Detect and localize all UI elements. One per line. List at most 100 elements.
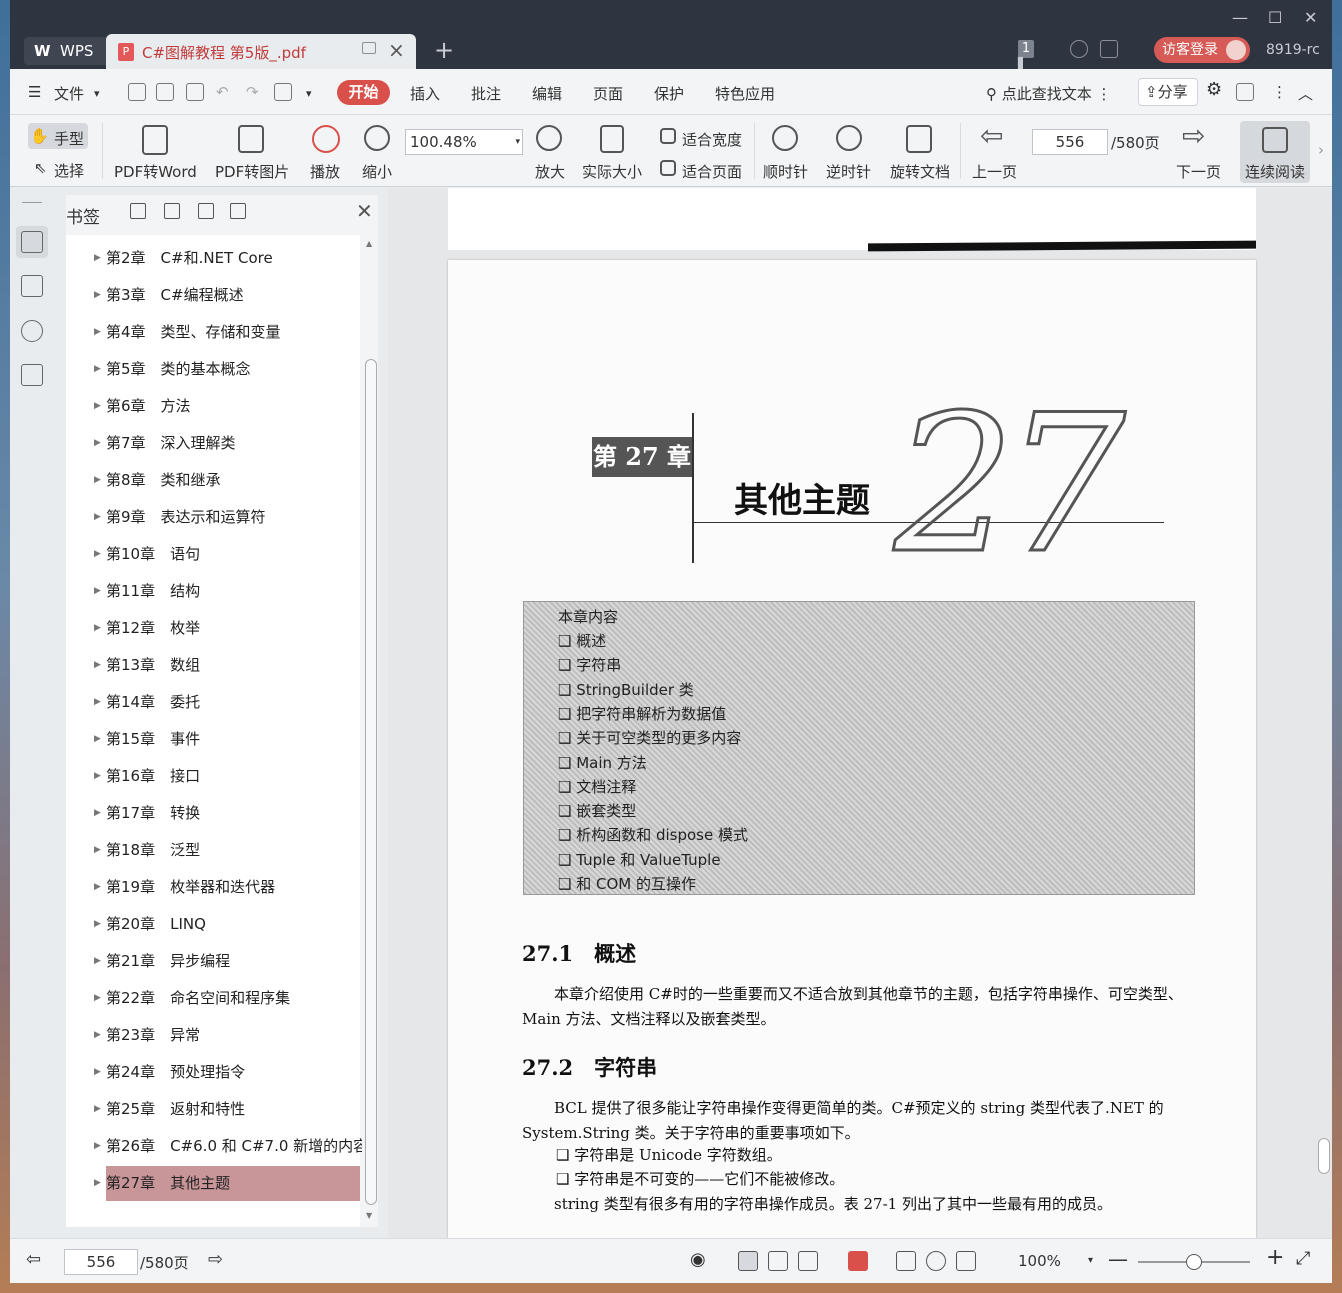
expand-arrow-icon[interactable]: ▶ — [94, 722, 101, 757]
print-icon[interactable] — [186, 83, 204, 101]
bookmark-item[interactable]: ▶ 第24章 预处理指令 — [94, 1055, 360, 1090]
bookmark-item[interactable]: ▶ 第5章 类的基本概念 — [94, 352, 360, 387]
expand-arrow-icon[interactable]: ▶ — [94, 944, 101, 979]
bookmark-item[interactable]: ▶ 第17章 转换 — [94, 796, 360, 831]
previous-page-button[interactable]: 上一页 — [972, 161, 1017, 182]
document-scrollbar[interactable] — [1316, 188, 1332, 1238]
scroll-down-icon[interactable]: ▼ — [366, 1211, 372, 1220]
close-tab-icon[interactable]: × — [388, 38, 405, 62]
expand-arrow-icon[interactable]: ▶ — [94, 1018, 101, 1053]
close-panel-icon[interactable]: ✕ — [356, 199, 373, 223]
scroll-up-icon[interactable]: ▲ — [366, 239, 372, 248]
zoom-in-button[interactable]: 放大 — [535, 161, 565, 182]
continuous-reading-button[interactable]: 连续阅读 — [1240, 121, 1310, 183]
more-chevron-icon[interactable]: ▾ — [306, 87, 312, 100]
expand-all-icon[interactable] — [130, 203, 146, 219]
bookmark-item[interactable]: ▶ 第22章 命名空间和程序集 — [94, 981, 360, 1016]
expand-arrow-icon[interactable]: ▶ — [94, 1129, 101, 1164]
two-page-view-icon[interactable] — [798, 1251, 818, 1271]
close-window-icon[interactable]: ✕ — [1304, 8, 1317, 27]
add-bookmark-icon[interactable] — [198, 203, 214, 219]
fit-page-button[interactable]: 适合页面 — [682, 161, 742, 182]
next-page-arrow-icon[interactable]: ⇨ — [208, 1249, 223, 1270]
undo-icon[interactable]: ↶ — [216, 83, 229, 101]
rotate-counterclockwise-button[interactable]: 逆时针 — [826, 161, 871, 182]
tab-special[interactable]: 特色应用 — [715, 83, 775, 104]
play-button[interactable]: 播放 — [310, 161, 340, 182]
rotate-document-button[interactable]: 旋转文档 — [890, 161, 950, 182]
bookmark-item[interactable]: ▶ 第7章 深入理解类 — [94, 426, 360, 461]
expand-arrow-icon[interactable]: ▶ — [94, 759, 101, 794]
tab-start[interactable]: 开始 — [337, 80, 390, 105]
expand-arrow-icon[interactable]: ▶ — [94, 685, 101, 720]
pdf-to-word-button[interactable]: PDF转Word — [114, 161, 197, 182]
bookmark-scrollbar[interactable]: ▲ ▼ — [362, 235, 378, 1227]
expand-arrow-icon[interactable]: ▶ — [94, 1055, 101, 1090]
expand-arrow-icon[interactable]: ▶ — [94, 463, 101, 498]
tab-page[interactable]: 页面 — [593, 83, 623, 104]
bookmark-item[interactable]: ▶ 第23章 异常 — [94, 1018, 360, 1053]
chevron-down-icon[interactable]: ▾ — [94, 87, 100, 100]
find-text-search[interactable]: ⚲ 点此查找文本 ⋮ — [986, 83, 1112, 104]
share-button[interactable]: ⇪分享 — [1138, 78, 1198, 106]
bookmark-item[interactable]: ▶ 第8章 类和继承 — [94, 463, 360, 498]
zoom-select[interactable]: 100.48% ▾ — [405, 129, 523, 155]
tab-insert[interactable]: 插入 — [410, 83, 440, 104]
document-scroll-thumb[interactable] — [1318, 1138, 1330, 1174]
expand-arrow-icon[interactable]: ▶ — [94, 870, 101, 905]
expand-arrow-icon[interactable]: ▶ — [94, 389, 101, 424]
skin-icon[interactable] — [1100, 40, 1118, 58]
minimize-icon[interactable]: — — [1232, 8, 1248, 27]
bookmark-item[interactable]: ▶ 第9章 表达示和运算符 — [94, 500, 360, 535]
bookmark-item[interactable]: ▶ 第14章 委托 — [94, 685, 360, 720]
expand-arrow-icon[interactable]: ▶ — [94, 500, 101, 535]
zoom-percentage[interactable]: 100% — [1018, 1252, 1061, 1270]
expand-arrow-icon[interactable]: ▶ — [94, 1092, 101, 1127]
bookmark-item[interactable]: ▶ 第21章 异步编程 — [94, 944, 360, 979]
pdf-to-image-button[interactable]: PDF转图片 — [215, 161, 289, 182]
guest-login-button[interactable]: 访客登录 — [1154, 37, 1250, 63]
bookmark-item[interactable]: ▶ 第25章 返射和特性 — [94, 1092, 360, 1127]
cloud-sync-icon[interactable] — [1070, 40, 1088, 58]
wps-home-tab[interactable]: W WPS — [24, 37, 112, 65]
redo-icon[interactable]: ↷ — [246, 83, 259, 101]
expand-arrow-icon[interactable]: ▶ — [94, 315, 101, 350]
fit-status-icon[interactable] — [926, 1251, 946, 1271]
maximize-icon[interactable]: ☐ — [1268, 8, 1282, 27]
collapse-ribbon-icon[interactable]: ︿ — [1298, 83, 1313, 104]
actual-size-button[interactable]: 实际大小 — [582, 161, 642, 182]
comment-icon[interactable] — [1236, 83, 1254, 101]
monitor-icon[interactable] — [362, 42, 376, 54]
expand-arrow-icon[interactable]: ▶ — [94, 981, 101, 1016]
bookmark-item[interactable]: ▶ 第4章 类型、存储和变量 — [94, 315, 360, 350]
eye-protection-icon[interactable]: ◉ — [690, 1249, 706, 1270]
bookmark-item[interactable]: ▶ 第27章 其他主题 — [94, 1166, 360, 1201]
tab-annotate[interactable]: 批注 — [471, 83, 501, 104]
expand-arrow-icon[interactable]: ▶ — [94, 426, 101, 461]
document-tab[interactable]: P C#图解教程 第5版_.pdf × — [106, 34, 416, 69]
expand-arrow-icon[interactable]: ▶ — [94, 611, 101, 646]
bookmark-item[interactable]: ▶ 第15章 事件 — [94, 722, 360, 757]
single-page-view-icon[interactable] — [738, 1251, 758, 1271]
settings-gear-icon[interactable]: ⚙ — [1206, 79, 1222, 100]
bookmark-item[interactable]: ▶ 第2章 C#和.NET Core — [94, 241, 360, 276]
annotation-icon[interactable] — [21, 320, 43, 342]
zoom-minus-icon[interactable]: — — [1108, 1247, 1128, 1271]
expand-arrow-icon[interactable]: ▶ — [94, 352, 101, 387]
bookmark-item[interactable]: ▶ 第18章 泛型 — [94, 833, 360, 868]
fullscreen-icon[interactable]: ⤢ — [1296, 1248, 1310, 1269]
file-menu[interactable]: 文件 — [54, 83, 84, 104]
expand-arrow-icon[interactable]: ▶ — [94, 278, 101, 313]
zoom-out-button[interactable]: 缩小 — [362, 161, 392, 182]
scrollbar-thumb[interactable] — [365, 359, 377, 1205]
zoom-chevron-icon[interactable]: ▾ — [1088, 1255, 1093, 1266]
export-icon[interactable] — [274, 83, 292, 101]
next-page-button[interactable]: 下一页 — [1176, 161, 1221, 182]
window-switcher[interactable]: 1 ▌ — [1018, 40, 1046, 73]
bookmark-item[interactable]: ▶ 第10章 语句 — [94, 537, 360, 572]
page-number-input[interactable]: 556 — [1032, 129, 1108, 155]
bookmark-item[interactable]: ▶ 第20章 LINQ — [94, 907, 360, 942]
save-icon[interactable] — [156, 83, 174, 101]
hamburger-icon[interactable]: ☰ — [28, 83, 41, 101]
tab-protect[interactable]: 保护 — [654, 83, 684, 104]
